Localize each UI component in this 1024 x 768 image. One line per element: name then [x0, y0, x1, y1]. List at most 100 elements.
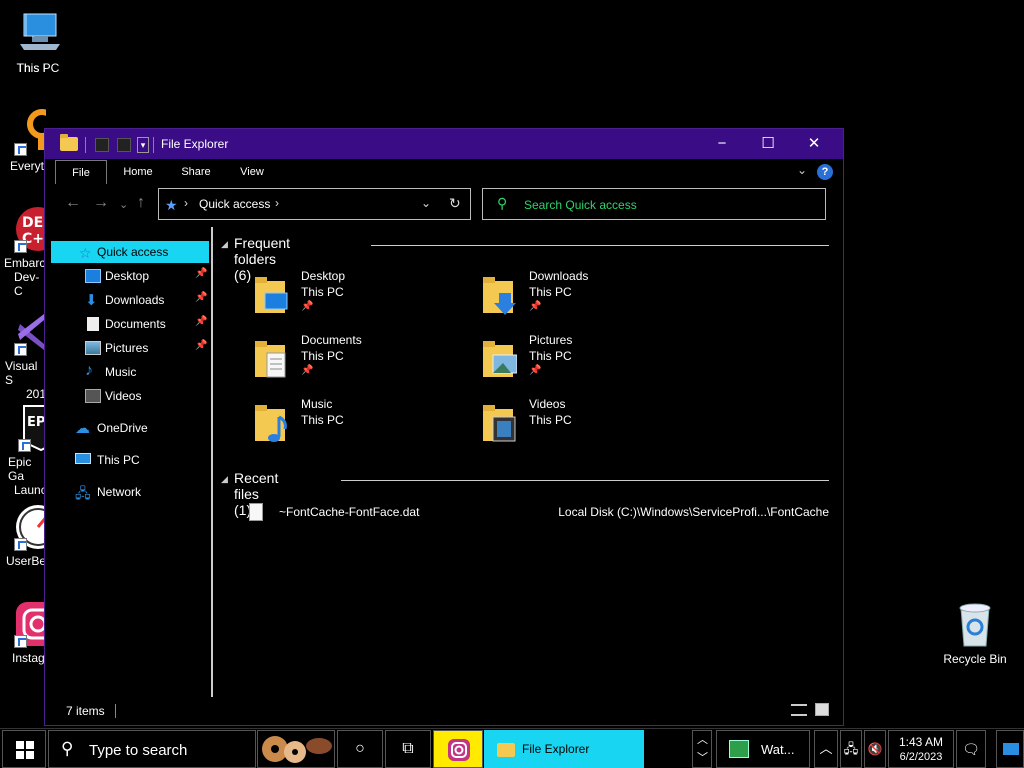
- navigation-bar: ← → ⌄ ↑ ★ › Quick access › ⌄ ↻ ⚲ Search …: [45, 185, 843, 225]
- desktop-icon-userbenchmark[interactable]: UserBen: [0, 503, 46, 568]
- title-bar[interactable]: ▾ File Explorer − ☐ ✕: [45, 129, 843, 159]
- desktop-icon-devcpp[interactable]: DE C+ Embarc Dev-C: [0, 205, 46, 298]
- desktop-icon-everything[interactable]: Everyt: [0, 108, 46, 173]
- search-input[interactable]: ⚲ Search Quick access: [482, 188, 826, 220]
- breadcrumb-chevron-icon[interactable]: ›: [184, 196, 188, 210]
- desktop-icon-label: UserBen: [6, 554, 46, 568]
- title-separator: [153, 137, 154, 153]
- taskbar-instagram[interactable]: [433, 730, 483, 768]
- star-icon: ★: [165, 197, 178, 213]
- taskbar-file-explorer[interactable]: File Explorer: [484, 730, 644, 768]
- breadcrumb-chevron-icon[interactable]: ›: [275, 196, 279, 210]
- pin-icon[interactable]: 📌: [195, 268, 207, 279]
- sidebar-item-onedrive[interactable]: ☁ OneDrive: [51, 417, 209, 439]
- folder-tile-music[interactable]: Music This PC: [253, 397, 453, 453]
- folder-location: This PC: [301, 413, 344, 427]
- title-separator: [85, 137, 86, 153]
- task-view-button[interactable]: ⧉: [385, 730, 431, 768]
- taskbar-search-input[interactable]: ⚲ Type to search: [48, 730, 256, 768]
- recycle-bin-icon: [951, 600, 999, 648]
- minimize-button[interactable]: −: [699, 129, 745, 159]
- cortana-circle-icon: ○: [355, 740, 365, 757]
- sidebar-item-label: Quick access: [97, 245, 169, 259]
- tab-home[interactable]: Home: [115, 160, 161, 184]
- file-path: Local Disk (C:)\Windows\ServiceProfi...\…: [558, 505, 829, 519]
- pin-icon[interactable]: 📌: [195, 292, 207, 303]
- collapse-triangle-icon[interactable]: ◢: [221, 239, 228, 250]
- sidebar-item-this-pc[interactable]: This PC: [51, 449, 209, 471]
- clock-date: 6/2/2023: [899, 751, 943, 763]
- maximize-button[interactable]: ☐: [745, 129, 791, 159]
- taskbar-scroll[interactable]: ︿ ﹀: [692, 730, 712, 768]
- sidebar-item-music[interactable]: ♪ Music: [51, 361, 209, 383]
- back-arrow-icon[interactable]: ←: [65, 194, 81, 212]
- pin-icon[interactable]: 📌: [195, 316, 207, 327]
- desktop-icon-visual-studio[interactable]: Visual S 201: [0, 308, 46, 401]
- customize-toolbar-chevron-icon[interactable]: ▾: [137, 137, 149, 153]
- pane-divider[interactable]: [211, 227, 213, 697]
- desktop-icon-recycle-bin[interactable]: Recycle Bin: [937, 600, 1013, 666]
- sidebar-item-label: This PC: [97, 453, 140, 467]
- forward-arrow-icon[interactable]: →: [93, 194, 109, 212]
- chevron-down-icon[interactable]: ﹀: [697, 749, 708, 765]
- videos-folder-icon: [483, 405, 516, 442]
- tab-view[interactable]: View: [229, 160, 275, 184]
- expand-ribbon-chevron-icon[interactable]: ⌄: [797, 163, 807, 177]
- folder-tile-documents[interactable]: Documents This PC 📌: [253, 333, 453, 389]
- tab-file[interactable]: File: [55, 160, 107, 184]
- volume-tray-button[interactable]: 🔇: [864, 730, 886, 768]
- cortana-button[interactable]: ○: [337, 730, 383, 768]
- folder-tile-downloads[interactable]: Downloads This PC 📌: [481, 269, 681, 325]
- file-explorer-window: ▾ File Explorer − ☐ ✕ File Home Share Vi…: [44, 128, 844, 726]
- folder-tile-pictures[interactable]: Pictures This PC 📌: [481, 333, 681, 389]
- up-arrow-icon[interactable]: ↑: [137, 194, 145, 212]
- pin-icon[interactable]: 📌: [195, 340, 207, 351]
- network-tray-button[interactable]: 🖧: [840, 730, 862, 768]
- desktop-icon-label: Instag: [12, 651, 45, 665]
- notifications-button[interactable]: 🗨: [956, 730, 986, 768]
- large-icons-view-icon[interactable]: [815, 703, 829, 716]
- sidebar-item-documents[interactable]: Documents 📌: [51, 313, 209, 335]
- search-icon: ⚲: [61, 739, 74, 758]
- desktop-icon-label-line2: Launc: [14, 483, 46, 497]
- quick-access-properties-icon[interactable]: [95, 138, 109, 152]
- quick-access-newfolder-icon[interactable]: [117, 138, 131, 152]
- folder-tile-desktop[interactable]: Desktop This PC 📌: [253, 269, 453, 325]
- sidebar-item-videos[interactable]: Videos: [51, 385, 209, 407]
- news-widget[interactable]: [257, 730, 335, 768]
- chevron-up-icon: ︿: [819, 741, 833, 756]
- show-hidden-icons-button[interactable]: ︿: [814, 730, 838, 768]
- taskbar-watch-app[interactable]: Wat...: [716, 730, 810, 768]
- start-button[interactable]: [2, 730, 46, 768]
- details-view-icon[interactable]: [791, 704, 807, 716]
- sidebar-item-label: Downloads: [105, 293, 165, 307]
- address-bar[interactable]: ★ › Quick access › ⌄ ↻: [158, 188, 471, 220]
- recent-locations-chevron-icon[interactable]: ⌄: [119, 198, 128, 211]
- sidebar-item-desktop[interactable]: Desktop 📌: [51, 265, 209, 287]
- desktop-icon-epic-games[interactable]: EPI Epic Ga Launc: [0, 404, 46, 497]
- status-bar: 7 items: [45, 699, 843, 725]
- collapse-triangle-icon[interactable]: ◢: [221, 474, 228, 485]
- film-icon: [85, 389, 101, 403]
- folder-tile-videos[interactable]: Videos This PC: [481, 397, 681, 453]
- desktop-icon-this-pc[interactable]: This PC: [0, 10, 76, 75]
- breadcrumb-quick-access[interactable]: Quick access: [199, 197, 270, 211]
- sidebar-item-quick-access[interactable]: ☆ Quick access: [51, 241, 209, 263]
- sidebar-item-network[interactable]: 🖧 Network: [51, 481, 209, 503]
- show-desktop-button[interactable]: [996, 730, 1024, 768]
- desktop-icon-instagram[interactable]: Instag: [0, 600, 46, 665]
- instagram-icon: [448, 739, 470, 761]
- file-name: ~FontCache-FontFace.dat: [279, 505, 420, 519]
- refresh-icon[interactable]: ↻: [449, 195, 461, 212]
- list-item[interactable]: ~FontCache-FontFace.dat Local Disk (C:)\…: [245, 503, 835, 525]
- address-dropdown-chevron-icon[interactable]: ⌄: [421, 196, 431, 210]
- network-icon: 🖧: [75, 485, 91, 501]
- close-button[interactable]: ✕: [791, 129, 837, 159]
- folder-name: Videos: [529, 397, 566, 411]
- sidebar-item-pictures[interactable]: Pictures 📌: [51, 337, 209, 359]
- clock[interactable]: 1:43 AM 6/2/2023: [888, 730, 954, 768]
- sidebar-item-downloads[interactable]: ⬇ Downloads 📌: [51, 289, 209, 311]
- chevron-up-icon[interactable]: ︿: [697, 731, 708, 747]
- tab-share[interactable]: Share: [173, 160, 219, 184]
- help-icon[interactable]: ?: [817, 164, 833, 180]
